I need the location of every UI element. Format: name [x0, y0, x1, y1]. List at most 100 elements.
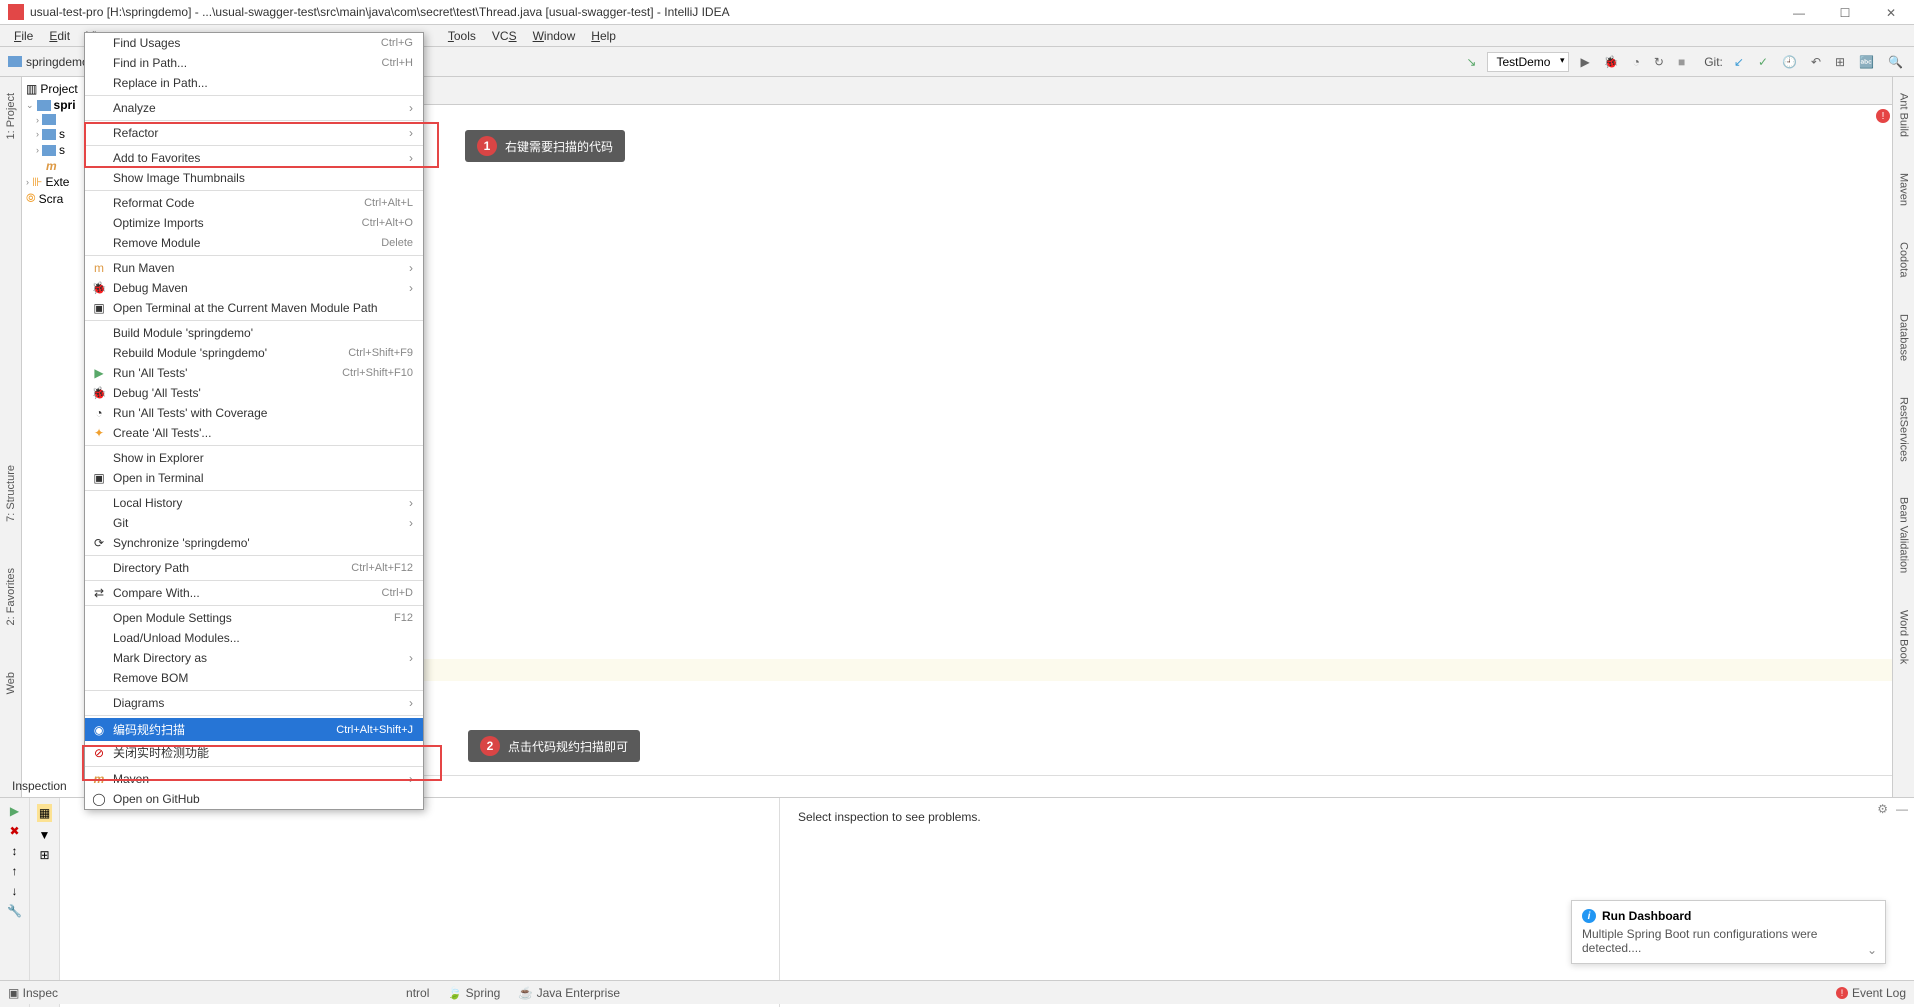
maximize-button[interactable]: ☐ — [1822, 0, 1868, 25]
tab-wordbook[interactable]: Word Book — [1896, 602, 1912, 672]
ctx-git[interactable]: Git› — [85, 513, 423, 533]
ctx-find-usages[interactable]: Find UsagesCtrl+G — [85, 33, 423, 53]
tree-icon[interactable]: ⊞ — [39, 848, 49, 862]
git-commit-icon[interactable]: ✓ — [1755, 55, 1771, 69]
rerun-icon[interactable]: ▶ — [10, 804, 19, 818]
next-icon[interactable]: ↓ — [12, 884, 18, 898]
expand-icon[interactable]: ↕ — [12, 844, 18, 858]
group-icon[interactable]: ▦ — [37, 804, 52, 822]
ctx-open-terminal-maven[interactable]: ▣Open Terminal at the Current Maven Modu… — [85, 298, 423, 318]
close-icon[interactable]: ✖ — [9, 824, 19, 838]
chevron-down-icon[interactable]: ⌄ — [1867, 943, 1877, 957]
translate-icon[interactable]: 🔤 — [1856, 55, 1877, 69]
ctx-run-maven[interactable]: mRun Maven› — [85, 258, 423, 278]
ctx-close-realtime[interactable]: ⊘关闭实时检测功能 — [85, 741, 423, 764]
tab-maven[interactable]: Maven — [1896, 165, 1912, 214]
event-log-button[interactable]: ! Event Log — [1836, 986, 1906, 1000]
tab-project[interactable]: 1: Project — [3, 85, 19, 147]
tree-row[interactable]: m — [22, 158, 86, 174]
ctx-favorites[interactable]: Add to Favorites› — [85, 148, 423, 168]
run-config-select[interactable]: TestDemo — [1487, 52, 1569, 72]
run-dashboard-popup[interactable]: i Run Dashboard Multiple Spring Boot run… — [1571, 900, 1886, 964]
menu-vcs[interactable]: VCS — [484, 27, 525, 45]
ctx-remove-module[interactable]: Remove ModuleDelete — [85, 233, 423, 253]
inspection-tree[interactable] — [60, 798, 780, 1007]
tab-database[interactable]: Database — [1896, 306, 1912, 369]
git-history-icon[interactable]: 🕘 — [1779, 55, 1800, 69]
ctx-open-module-settings[interactable]: Open Module SettingsF12 — [85, 608, 423, 628]
search-icon[interactable]: 🔍 — [1885, 55, 1906, 69]
status-inspection[interactable]: ▣ Inspec — [8, 986, 58, 1000]
prev-icon[interactable]: ↑ — [12, 864, 18, 878]
build-icon[interactable]: ↘ — [1463, 55, 1479, 69]
project-header[interactable]: ▥Project — [22, 81, 86, 97]
ctx-refactor[interactable]: Refactor› — [85, 123, 423, 143]
stop-button[interactable]: ■ — [1675, 55, 1688, 69]
ctx-load-unload[interactable]: Load/Unload Modules... — [85, 628, 423, 648]
status-version-control[interactable]: ntrol — [406, 986, 429, 1000]
ctx-mark-dir[interactable]: Mark Directory as› — [85, 648, 423, 668]
ctx-code-scan[interactable]: ◉编码规约扫描Ctrl+Alt+Shift+J — [85, 718, 423, 741]
tab-ant[interactable]: Ant Build — [1896, 85, 1912, 145]
settings-icon[interactable]: 🔧 — [7, 904, 22, 918]
tab-codota[interactable]: Codota — [1896, 234, 1912, 285]
filter-icon[interactable]: ▼ — [39, 828, 51, 842]
tree-row[interactable]: ⌄spri — [22, 97, 86, 113]
ctx-synchronize[interactable]: ⟳Synchronize 'springdemo' — [85, 533, 423, 553]
ctx-dir-path[interactable]: Directory PathCtrl+Alt+F12 — [85, 558, 423, 578]
coverage-button[interactable]: ◔ — [1630, 55, 1643, 69]
ctx-show-explorer[interactable]: Show in Explorer — [85, 448, 423, 468]
ctx-find-in-path[interactable]: Find in Path...Ctrl+H — [85, 53, 423, 73]
run-button[interactable]: ▶ — [1577, 55, 1592, 69]
ctx-replace-in-path[interactable]: Replace in Path... — [85, 73, 423, 93]
ctx-analyze[interactable]: Analyze› — [85, 98, 423, 118]
tree-row-external[interactable]: ›⊪Exte — [22, 174, 86, 190]
status-spring[interactable]: 🍃 Spring — [447, 986, 500, 1000]
menu-window[interactable]: Window — [525, 27, 584, 45]
tab-favorites[interactable]: 2: Favorites — [3, 560, 19, 633]
ctx-create-all[interactable]: ✦Create 'All Tests'... — [85, 423, 423, 443]
inspection-header[interactable]: Inspection — [4, 776, 75, 796]
minimize-button[interactable]: — — [1776, 0, 1822, 25]
ctx-build-module[interactable]: Build Module 'springdemo' — [85, 323, 423, 343]
ctx-run-all[interactable]: ▶Run 'All Tests'Ctrl+Shift+F10 — [85, 363, 423, 383]
ctx-local-history[interactable]: Local History› — [85, 493, 423, 513]
breadcrumb[interactable]: springdemo — [8, 55, 89, 69]
ctx-compare[interactable]: ⇄Compare With...Ctrl+D — [85, 583, 423, 603]
ctx-debug-maven[interactable]: 🐞Debug Maven› — [85, 278, 423, 298]
tree-row[interactable]: ›s — [22, 126, 86, 142]
menu-edit[interactable]: Edit — [41, 27, 78, 45]
status-java-ee[interactable]: ☕ Java Enterprise — [518, 986, 620, 1000]
tab-bean[interactable]: Bean Validation — [1896, 489, 1912, 581]
ctx-diagrams[interactable]: Diagrams› — [85, 693, 423, 713]
ctx-remove-bom[interactable]: Remove BOM — [85, 668, 423, 688]
tree-row-scratches[interactable]: ⦾Scra — [22, 190, 86, 207]
profile-button[interactable]: ↻ — [1651, 55, 1667, 69]
minimize-icon[interactable]: — — [1896, 802, 1908, 816]
tab-rest[interactable]: RestServices — [1896, 389, 1912, 470]
ctx-maven[interactable]: mMaven› — [85, 769, 423, 789]
ctx-debug-all[interactable]: 🐞Debug 'All Tests' — [85, 383, 423, 403]
tab-web[interactable]: Web — [3, 664, 19, 702]
ide-settings-icon[interactable]: ⊞ — [1832, 55, 1848, 69]
error-marker-icon[interactable]: ! — [1876, 109, 1890, 123]
ctx-optimize[interactable]: Optimize ImportsCtrl+Alt+O — [85, 213, 423, 233]
menu-help[interactable]: Help — [583, 27, 624, 45]
git-revert-icon[interactable]: ↶ — [1808, 55, 1824, 69]
menu-tools[interactable]: Tools — [440, 27, 484, 45]
project-panel: ▥Project ⌄spri › ›s ›s m ›⊪Exte ⦾Scra — [22, 77, 87, 797]
ctx-open-terminal[interactable]: ▣Open in Terminal — [85, 468, 423, 488]
ctx-thumbnails[interactable]: Show Image Thumbnails — [85, 168, 423, 188]
debug-button[interactable]: 🐞 — [1601, 55, 1622, 69]
ctx-rebuild-module[interactable]: Rebuild Module 'springdemo'Ctrl+Shift+F9 — [85, 343, 423, 363]
ctx-reformat[interactable]: Reformat CodeCtrl+Alt+L — [85, 193, 423, 213]
menu-file[interactable]: File — [6, 27, 41, 45]
tree-row[interactable]: › — [22, 113, 86, 126]
ctx-run-coverage[interactable]: ◔Run 'All Tests' with Coverage — [85, 403, 423, 423]
tree-row[interactable]: ›s — [22, 142, 86, 158]
tab-structure[interactable]: 7: Structure — [3, 457, 19, 530]
close-button[interactable]: ✕ — [1868, 0, 1914, 25]
ctx-github[interactable]: ◯Open on GitHub — [85, 789, 423, 809]
git-update-icon[interactable]: ↙ — [1731, 55, 1747, 69]
gear-icon[interactable]: ⚙ — [1877, 802, 1888, 816]
